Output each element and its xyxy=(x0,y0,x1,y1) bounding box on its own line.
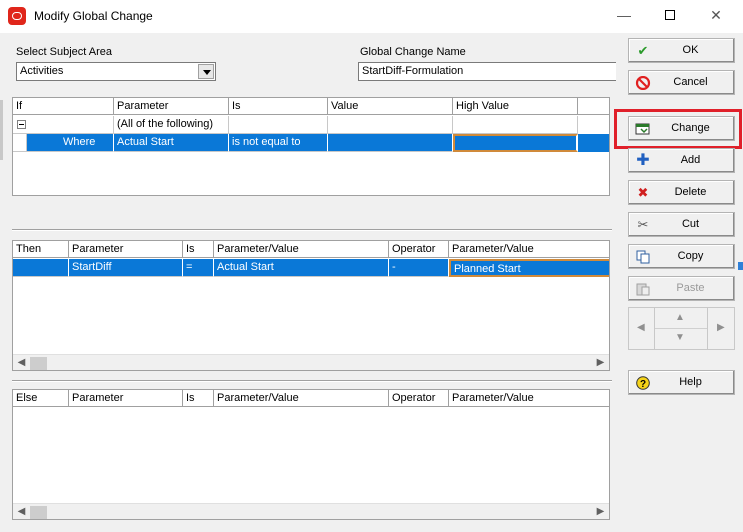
col-then[interactable]: Then xyxy=(13,241,69,258)
change-button[interactable]: Change xyxy=(628,116,735,141)
group-empty-cell xyxy=(328,116,453,134)
col-operator[interactable]: Operator xyxy=(389,241,449,258)
no-entry-icon xyxy=(635,75,651,91)
move-left-icon[interactable]: ◀ xyxy=(637,322,645,333)
is-cell[interactable]: is not equal to xyxy=(229,134,328,152)
close-button[interactable]: ✕ xyxy=(693,0,739,33)
background-window-fragment xyxy=(738,262,743,270)
parameter-cell[interactable]: StartDiff xyxy=(69,259,183,277)
change-name-label: Global Change Name xyxy=(360,46,466,58)
high-value-cell[interactable] xyxy=(453,134,578,152)
group-empty-cell xyxy=(229,116,328,134)
paste-icon xyxy=(635,282,651,296)
add-button[interactable]: ✚ Add xyxy=(628,148,735,173)
horizontal-scrollbar[interactable]: ◀ ▶ xyxy=(13,503,609,519)
delete-button[interactable]: ✖ Delete xyxy=(628,180,735,205)
scroll-right-icon[interactable]: ▶ xyxy=(592,355,609,370)
plus-icon: ✚ xyxy=(636,152,650,169)
subject-area-select[interactable]: Activities xyxy=(16,62,216,81)
is-cell[interactable]: = xyxy=(183,259,214,277)
then-grid: Then Parameter Is Parameter/Value Operat… xyxy=(12,240,610,371)
move-right-icon[interactable]: ▶ xyxy=(717,322,725,333)
if-grid-header: If Parameter Is Value High Value xyxy=(13,98,609,115)
copy-icon xyxy=(635,250,651,264)
if-grid: If Parameter Is Value High Value (All of… xyxy=(12,97,610,196)
col-parameter-value[interactable]: Parameter/Value xyxy=(214,390,389,407)
title-bar: Modify Global Change — ✕ xyxy=(0,0,743,33)
question-icon: ? xyxy=(635,376,651,390)
else-grid-header: Else Parameter Is Parameter/Value Operat… xyxy=(13,390,609,407)
else-grid: Else Parameter Is Parameter/Value Operat… xyxy=(12,389,610,520)
separator xyxy=(12,229,612,231)
minimize-button[interactable]: — xyxy=(601,0,647,33)
col-parameter-value[interactable]: Parameter/Value xyxy=(214,241,389,258)
subject-area-label: Select Subject Area xyxy=(16,46,113,58)
col-is[interactable]: Is xyxy=(183,241,214,258)
separator xyxy=(12,380,612,382)
value-cell[interactable] xyxy=(328,134,453,152)
move-down-icon[interactable]: ▼ xyxy=(675,332,685,343)
if-cell[interactable]: Where xyxy=(27,134,114,152)
col-high-value[interactable]: High Value xyxy=(453,98,578,115)
scroll-thumb[interactable] xyxy=(30,357,47,370)
col-parameter-value-2[interactable]: Parameter/Value xyxy=(449,390,609,407)
col-parameter[interactable]: Parameter xyxy=(114,98,229,115)
window-title: Modify Global Change xyxy=(34,9,153,23)
svg-text:?: ? xyxy=(640,379,646,390)
paste-button[interactable]: Paste xyxy=(628,276,735,301)
move-controls: ◀ ▲ ▼ ▶ xyxy=(628,307,735,350)
value2-cell[interactable]: Planned Start xyxy=(449,259,609,277)
chevron-down-icon[interactable] xyxy=(198,64,214,79)
col-is[interactable]: Is xyxy=(229,98,328,115)
col-if[interactable]: If xyxy=(13,98,114,115)
cut-button[interactable]: ✂ Cut xyxy=(628,212,735,237)
group-label: (All of the following) xyxy=(114,116,229,134)
then-row[interactable]: StartDiff = Actual Start - Planned Start xyxy=(13,259,609,277)
col-else[interactable]: Else xyxy=(13,390,69,407)
col-parameter[interactable]: Parameter xyxy=(69,390,183,407)
col-parameter-value-2[interactable]: Parameter/Value xyxy=(449,241,609,258)
then-grid-header: Then Parameter Is Parameter/Value Operat… xyxy=(13,241,609,258)
group-empty-cell xyxy=(453,116,578,134)
subject-area-value: Activities xyxy=(20,65,64,77)
x-icon: ✖ xyxy=(637,185,649,200)
group-cell xyxy=(13,116,114,134)
col-is[interactable]: Is xyxy=(183,390,214,407)
copy-button[interactable]: Copy xyxy=(628,244,735,269)
maximize-icon xyxy=(665,10,675,20)
group-row[interactable]: (All of the following) xyxy=(13,116,609,134)
move-up-icon[interactable]: ▲ xyxy=(675,312,685,323)
oracle-app-icon xyxy=(8,7,26,25)
col-value[interactable]: Value xyxy=(328,98,453,115)
if-condition-row[interactable]: Where Actual Start is not equal to xyxy=(13,134,609,152)
scroll-thumb[interactable] xyxy=(30,506,47,519)
scissors-icon: ✂ xyxy=(637,217,649,232)
scroll-left-icon[interactable]: ◀ xyxy=(13,355,30,370)
background-window-fragment xyxy=(0,100,3,160)
maximize-button[interactable] xyxy=(647,0,693,33)
change-icon xyxy=(635,122,651,136)
then-cell[interactable] xyxy=(13,259,69,277)
col-operator[interactable]: Operator xyxy=(389,390,449,407)
ok-button[interactable]: ✔ OK xyxy=(628,38,735,63)
help-button[interactable]: ? Help xyxy=(628,370,735,395)
value1-cell[interactable]: Actual Start xyxy=(214,259,389,277)
parameter-cell[interactable]: Actual Start xyxy=(114,134,229,152)
check-icon: ✔ xyxy=(637,43,649,58)
scroll-right-icon[interactable]: ▶ xyxy=(592,504,609,519)
operator-cell[interactable]: - xyxy=(389,259,449,277)
row-indent xyxy=(13,134,27,152)
cancel-button[interactable]: Cancel xyxy=(628,70,735,95)
col-parameter[interactable]: Parameter xyxy=(69,241,183,258)
collapse-icon[interactable] xyxy=(17,120,26,129)
horizontal-scrollbar[interactable]: ◀ ▶ xyxy=(13,354,609,370)
scroll-left-icon[interactable]: ◀ xyxy=(13,504,30,519)
change-name-input[interactable]: StartDiff-Formulation xyxy=(358,62,616,81)
